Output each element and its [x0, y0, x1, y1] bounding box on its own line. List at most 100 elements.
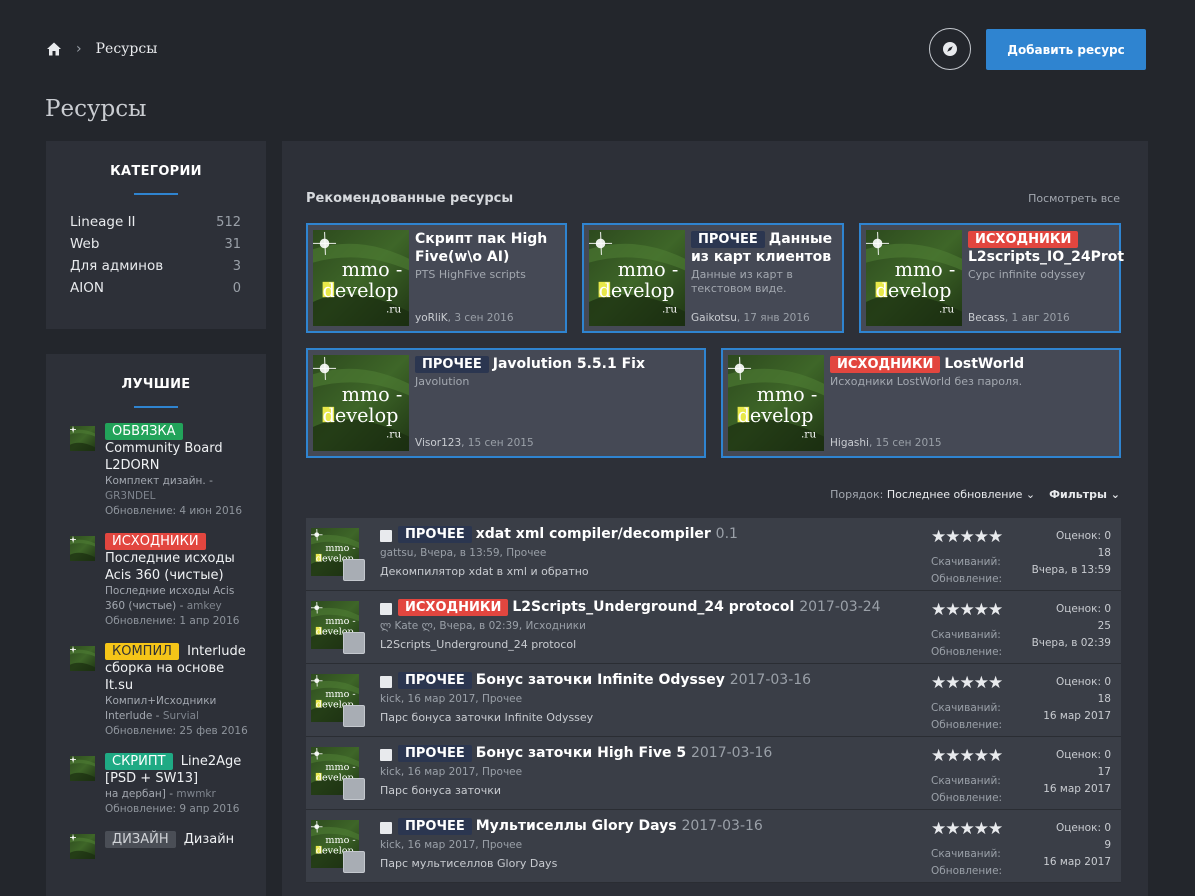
- home-icon[interactable]: [46, 41, 62, 57]
- best-author[interactable]: amkey: [187, 600, 222, 612]
- resource-thumbnail[interactable]: [70, 756, 95, 781]
- resource-row[interactable]: mmo - develop .ru ПРОЧЕЕБонус заточки Hi…: [306, 737, 1121, 810]
- category-name[interactable]: Lineage II: [70, 214, 136, 230]
- featured-thumbnail[interactable]: mmo - develop .ru: [866, 230, 962, 326]
- featured-card[interactable]: mmo - develop .ru ИСХОДНИКИ LostWorld Исх…: [721, 348, 1121, 458]
- resource-title-line[interactable]: ПРОЧЕЕ Мультиселлы Glory Days 2017-03-16: [398, 818, 763, 835]
- best-item[interactable]: ДИЗАЙН Дизайн: [70, 831, 252, 859]
- featured-title-line[interactable]: ПРОЧЕЕ Данные из карт клиентов: [691, 230, 837, 266]
- select-checkbox[interactable]: [380, 749, 392, 761]
- add-resource-button[interactable]: Добавить ресурс: [986, 29, 1146, 70]
- featured-thumbnail[interactable]: mmo - develop .ru: [313, 230, 409, 326]
- category-item[interactable]: AION 0: [70, 277, 241, 299]
- avatar[interactable]: [343, 705, 365, 727]
- featured-author[interactable]: Higashi: [830, 437, 869, 449]
- filters-button[interactable]: Фильтры ⌄: [1049, 488, 1120, 501]
- featured-thumbnail[interactable]: mmo - develop .ru: [728, 355, 824, 451]
- resource-thumbnail[interactable]: [70, 646, 95, 671]
- resource-title-line[interactable]: ИСХОДНИКИ L2Scripts_Underground_24 protoc…: [398, 599, 881, 616]
- best-title-line[interactable]: ИСХОДНИКИ Последние исходы Acis 360 (чис…: [105, 533, 252, 584]
- category-item[interactable]: Для админов 3: [70, 255, 241, 277]
- resource-thumbnail[interactable]: mmo - develop .ru: [313, 230, 409, 326]
- resource-thumbnail[interactable]: [70, 426, 95, 451]
- resource-row[interactable]: mmo - develop .ru ИСХОДНИКИL2Scripts_Und…: [306, 591, 1121, 664]
- select-checkbox[interactable]: [380, 676, 392, 688]
- resource-thumbnail[interactable]: mmo - develop .ru: [313, 355, 409, 451]
- resource-title-line[interactable]: ПРОЧЕЕ xdat xml compiler/decompiler 0.1: [398, 526, 738, 543]
- best-item[interactable]: ОБВЯЗКА Community Board L2DORN Комплект …: [70, 423, 252, 519]
- best-item[interactable]: КОМПИЛ Interlude сборка на основе It.su …: [70, 643, 252, 739]
- best-author[interactable]: Survial: [163, 710, 199, 722]
- category-count: 0: [232, 280, 241, 296]
- featured-author[interactable]: yoRliK: [415, 312, 448, 324]
- featured-card[interactable]: mmo - develop .ru ИСХОДНИКИL2scripts_IO_…: [859, 223, 1124, 333]
- featured-title[interactable]: LostWorld: [944, 356, 1024, 372]
- sort-bar: Порядок: Последнее обновление ⌄ Фильтры …: [830, 488, 1120, 501]
- best-thumbnail[interactable]: [70, 426, 95, 451]
- category-item[interactable]: Web 31: [70, 233, 241, 255]
- featured-thumbnail[interactable]: mmo - develop .ru: [313, 355, 409, 451]
- featured-title-line[interactable]: ИСХОДНИКИ LostWorld: [830, 355, 1114, 373]
- resource-title[interactable]: Бонус заточки Infinite Odyssey: [476, 672, 725, 688]
- resource-title-line[interactable]: ПРОЧЕЕ Бонус заточки Infinite Odyssey 201…: [398, 672, 811, 689]
- category-name[interactable]: AION: [70, 280, 104, 296]
- avatar[interactable]: [343, 851, 365, 873]
- resource-thumbnail[interactable]: mmo - develop .ru: [728, 355, 824, 451]
- resource-row[interactable]: mmo - develop .ru ПРОЧЕЕБонус заточки In…: [306, 664, 1121, 737]
- best-thumbnail[interactable]: [70, 536, 95, 561]
- category-name[interactable]: Web: [70, 236, 99, 252]
- best-author[interactable]: mwmkr: [176, 788, 215, 800]
- featured-title-line[interactable]: Скрипт пак High Five(w\o AI): [415, 230, 560, 266]
- featured-title[interactable]: Javolution 5.5.1 Fix: [493, 356, 645, 372]
- featured-card[interactable]: mmo - develop .ru ПРОЧЕЕ Javolution 5.5.1…: [306, 348, 706, 458]
- featured-card[interactable]: mmo - develop .ru ПРОЧЕЕ Данные из карт к…: [582, 223, 844, 333]
- best-thumbnail[interactable]: [70, 834, 95, 859]
- featured-title[interactable]: L2scripts_IO_24Prot: [968, 249, 1124, 265]
- best-updated: Обновление: 9 апр 2016: [105, 803, 240, 815]
- avatar[interactable]: [343, 632, 365, 654]
- best-author[interactable]: GR3NDEL: [105, 490, 156, 502]
- resource-thumbnail[interactable]: [70, 536, 95, 561]
- resource-title[interactable]: Мультиселлы Glory Days: [476, 818, 677, 834]
- select-checkbox[interactable]: [380, 603, 392, 615]
- resource-thumbnail[interactable]: [70, 834, 95, 859]
- best-title-line[interactable]: КОМПИЛ Interlude сборка на основе It.su: [105, 643, 252, 694]
- featured-title-line[interactable]: ПРОЧЕЕ Javolution 5.5.1 Fix: [415, 355, 699, 373]
- best-thumbnail[interactable]: [70, 646, 95, 671]
- compass-button[interactable]: [929, 28, 971, 70]
- best-title[interactable]: Дизайн: [184, 832, 234, 847]
- resource-row[interactable]: mmo - develop .ru ПРОЧЕЕxdat xml compile…: [306, 518, 1121, 591]
- view-all-link[interactable]: Посмотреть все: [1028, 192, 1120, 205]
- category-item[interactable]: Lineage II 512: [70, 211, 241, 233]
- best-title[interactable]: Последние исходы Acis 360 (чистые): [105, 551, 235, 583]
- featured-thumbnail[interactable]: mmo - develop .ru: [589, 230, 685, 326]
- featured-title-line[interactable]: ИСХОДНИКИL2scripts_IO_24Prot: [968, 230, 1124, 266]
- featured-card[interactable]: mmo - develop .ru Скрипт пак High Five(w…: [306, 223, 567, 333]
- featured-author[interactable]: Visor123: [415, 437, 461, 449]
- resource-title[interactable]: xdat xml compiler/decompiler: [476, 526, 711, 542]
- best-title-line[interactable]: ОБВЯЗКА Community Board L2DORN: [105, 423, 252, 474]
- resource-thumbnail[interactable]: mmo - develop .ru: [866, 230, 962, 326]
- resource-title[interactable]: L2Scripts_Underground_24 protocol: [512, 599, 794, 615]
- featured-author[interactable]: Becass: [968, 312, 1005, 324]
- best-title-line[interactable]: ДИЗАЙН Дизайн: [105, 831, 252, 848]
- sort-dropdown[interactable]: Последнее обновление ⌄: [887, 488, 1035, 501]
- category-name[interactable]: Для админов: [70, 258, 163, 274]
- resource-title-line[interactable]: ПРОЧЕЕ Бонус заточки High Five 5 2017-03-…: [398, 745, 772, 762]
- resource-thumbnail[interactable]: mmo - develop .ru: [589, 230, 685, 326]
- best-title[interactable]: Community Board L2DORN: [105, 441, 223, 473]
- select-checkbox[interactable]: [380, 822, 392, 834]
- resource-row[interactable]: mmo - develop .ru ПРОЧЕЕМультиселлы Glor…: [306, 810, 1121, 883]
- resource-title[interactable]: Бонус заточки High Five 5: [476, 745, 686, 761]
- avatar[interactable]: [343, 559, 365, 581]
- breadcrumb-current[interactable]: Ресурсы: [96, 41, 158, 57]
- select-checkbox[interactable]: [380, 530, 392, 542]
- featured-author[interactable]: Gaikotsu: [691, 312, 737, 324]
- featured-title[interactable]: Скрипт пак High Five(w\o AI): [415, 231, 547, 265]
- best-title-line[interactable]: СКРИПТ Line2Age [PSD + SW13]: [105, 753, 252, 787]
- best-thumbnail[interactable]: [70, 756, 95, 781]
- updated-label: Обновление:: [931, 573, 1003, 585]
- avatar[interactable]: [343, 778, 365, 800]
- best-item[interactable]: ИСХОДНИКИ Последние исходы Acis 360 (чис…: [70, 533, 252, 629]
- best-item[interactable]: СКРИПТ Line2Age [PSD + SW13] на дербан] …: [70, 753, 252, 817]
